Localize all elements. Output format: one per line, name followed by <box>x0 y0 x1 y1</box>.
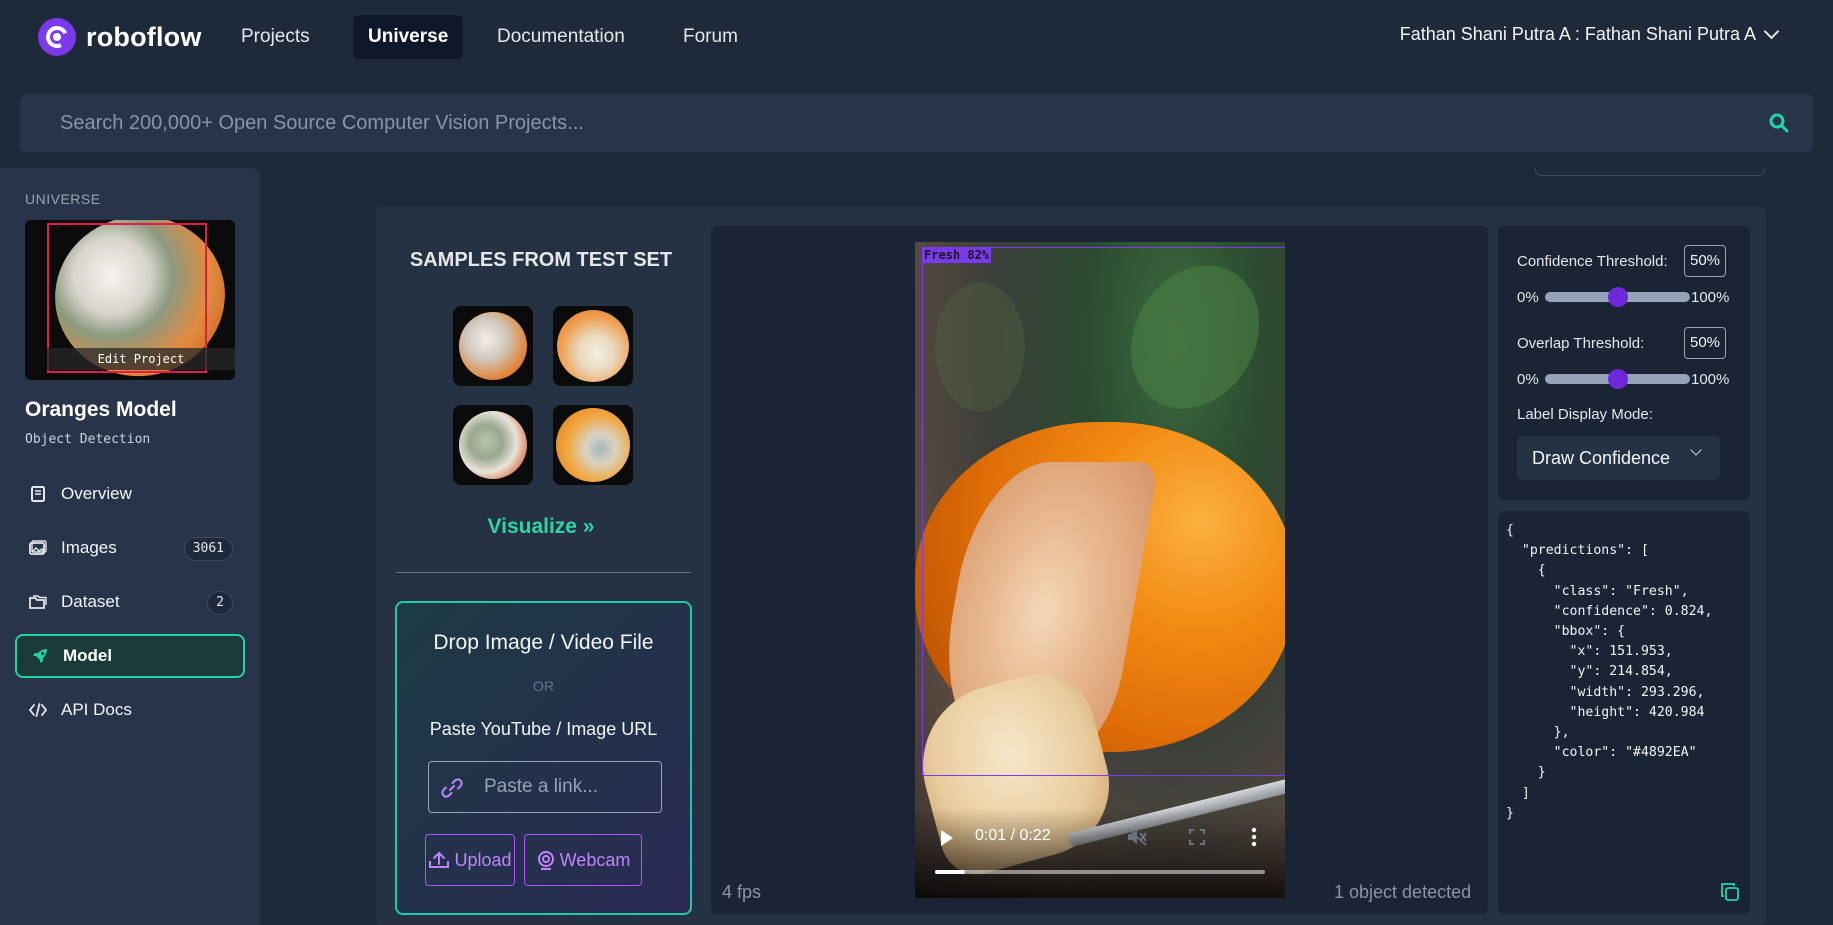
project-type: Object Detection <box>25 432 151 447</box>
sidebar-item-label: Overview <box>61 484 132 503</box>
images-icon <box>29 539 47 557</box>
confidence-slider[interactable] <box>1545 287 1690 307</box>
mute-icon[interactable] <box>1126 827 1148 847</box>
sample-orange-2 <box>557 310 629 382</box>
confidence-slider-thumb[interactable] <box>1607 287 1628 307</box>
play-icon[interactable] <box>941 830 953 846</box>
dataset-count-badge: 2 <box>207 591 233 615</box>
detected-count: 1 object detected <box>1334 882 1472 902</box>
sample-image[interactable] <box>553 405 633 485</box>
sidebar-item-label: Model <box>63 646 113 665</box>
search-icon[interactable] <box>1769 113 1789 133</box>
detection-bounding-box <box>922 247 1285 776</box>
nav-projects[interactable]: Projects <box>226 15 325 59</box>
label-mode-value: Draw Confidence <box>1532 448 1671 468</box>
drop-or-separator: OR <box>533 678 554 694</box>
overlap-max: 100% <box>1691 371 1730 388</box>
link-input[interactable] <box>429 762 661 812</box>
overlap-slider-thumb[interactable] <box>1607 369 1628 389</box>
upload-button[interactable]: Upload <box>425 834 515 886</box>
user-menu[interactable]: Fathan Shani Putra A : Fathan Shani Putr… <box>1399 23 1780 45</box>
nav-documentation[interactable]: Documentation <box>482 15 640 59</box>
video-progress-track[interactable] <box>935 870 1265 874</box>
sidebar-item-dataset[interactable]: Dataset 2 <box>15 580 245 624</box>
folders-icon <box>29 593 47 611</box>
webcam-label: Webcam <box>559 849 631 870</box>
images-count-badge: 3061 <box>183 537 233 561</box>
top-navigation: roboflow Projects Universe Documentation… <box>0 0 1833 77</box>
sidebar-item-label: API Docs <box>61 700 132 719</box>
chevron-down-icon <box>1763 23 1780 40</box>
nav-forum[interactable]: Forum <box>668 15 753 59</box>
upload-icon <box>429 851 450 868</box>
sidebar-section-label: UNIVERSE <box>25 191 101 207</box>
overlap-label: Overlap Threshold: <box>1517 335 1645 352</box>
user-name: Fathan Shani Putra A : Fathan Shani Putr… <box>1399 24 1756 44</box>
chevron-down-icon <box>1690 444 1702 456</box>
link-input-wrapper <box>428 761 662 813</box>
nav-universe[interactable]: Universe <box>353 15 464 59</box>
drop-title: Drop Image / Video File <box>433 631 654 654</box>
prediction-json: { "predictions": [ { "class": "Fresh", "… <box>1506 523 1713 821</box>
video-progress-fill <box>935 870 965 874</box>
prediction-json-panel: { "predictions": [ { "class": "Fresh", "… <box>1498 511 1750 914</box>
more-options-icon[interactable] <box>1251 827 1257 847</box>
book-icon <box>29 485 47 503</box>
sample-image[interactable] <box>453 405 533 485</box>
section-divider <box>396 572 691 573</box>
copy-icon[interactable] <box>1721 883 1739 901</box>
project-title: Oranges Model <box>25 398 177 421</box>
rocket-icon <box>31 647 49 665</box>
confidence-max: 100% <box>1691 289 1730 306</box>
webcam-icon <box>537 851 554 870</box>
video-controls-bar <box>915 808 1285 898</box>
confidence-value[interactable]: 50% <box>1684 245 1726 277</box>
universe-search <box>20 94 1813 152</box>
overlap-value[interactable]: 50% <box>1684 327 1726 359</box>
header-control-edge <box>1535 168 1765 176</box>
overlap-min: 0% <box>1517 371 1539 388</box>
inference-settings: Confidence Threshold: 50% 0% 100% Overla… <box>1498 226 1750 500</box>
sidebar-item-api-docs[interactable]: API Docs <box>15 688 245 732</box>
label-mode-label: Label Display Mode: <box>1517 406 1653 423</box>
roboflow-logo-icon <box>38 18 76 56</box>
label-mode-select[interactable]: Draw Confidence <box>1517 436 1720 480</box>
fps-readout: 4 fps <box>722 882 762 902</box>
webcam-button[interactable]: Webcam <box>524 834 642 886</box>
sidebar-item-label: Dataset <box>61 592 120 611</box>
sample-orange-4 <box>556 408 630 482</box>
sample-image[interactable] <box>453 306 533 386</box>
inference-video[interactable]: Fresh 82% 0:01 / 0:22 <box>915 242 1285 898</box>
confidence-label: Confidence Threshold: <box>1517 253 1668 270</box>
samples-title: SAMPLES FROM TEST SET <box>409 249 673 271</box>
paste-url-label: Paste YouTube / Image URL <box>429 719 658 739</box>
upload-label: Upload <box>454 849 512 870</box>
sample-image[interactable] <box>553 306 633 386</box>
detection-label: Fresh 82% <box>922 247 992 263</box>
sidebar-item-label: Images <box>61 538 117 557</box>
file-drop-zone[interactable]: Drop Image / Video File OR Paste YouTube… <box>395 601 692 915</box>
sample-orange-1 <box>459 312 527 380</box>
project-sidebar: UNIVERSE Edit Project Oranges Model Obje… <box>0 168 260 925</box>
edit-project-link[interactable]: Edit Project <box>47 348 235 370</box>
search-input[interactable] <box>20 94 1813 152</box>
code-icon <box>29 701 47 719</box>
roboflow-logo[interactable]: roboflow <box>38 18 202 56</box>
project-thumbnail[interactable]: Edit Project <box>25 220 235 380</box>
sidebar-item-overview[interactable]: Overview <box>15 472 245 516</box>
video-time: 0:01 / 0:22 <box>975 827 1051 844</box>
brand-name: roboflow <box>86 21 202 52</box>
confidence-min: 0% <box>1517 289 1539 306</box>
sidebar-item-images[interactable]: Images 3061 <box>15 526 245 570</box>
sidebar-item-model[interactable]: Model <box>15 634 245 678</box>
overlap-slider[interactable] <box>1545 369 1690 389</box>
fullscreen-icon[interactable] <box>1189 829 1205 845</box>
sample-orange-3 <box>459 411 527 479</box>
visualize-link[interactable]: Visualize » <box>396 515 686 539</box>
